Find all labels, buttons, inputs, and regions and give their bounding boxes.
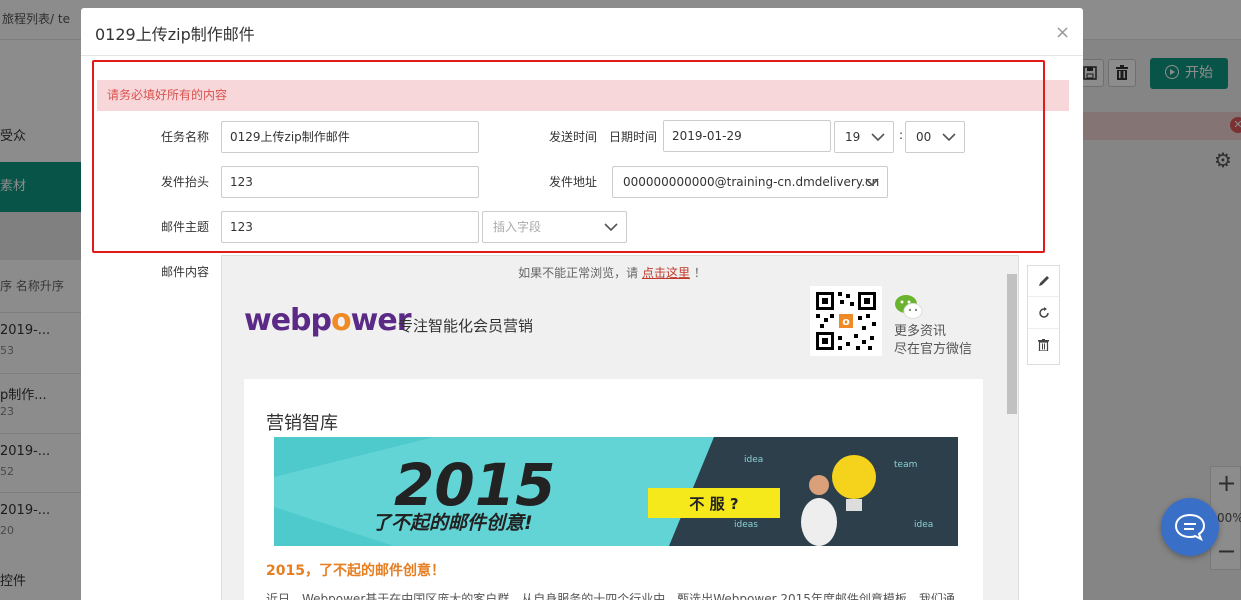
banner-year: 2015	[394, 451, 555, 519]
email-task-modal: 0129上传zip制作邮件 × 请务必填好所有的内容 任务名称 0129上传zi…	[81, 8, 1083, 600]
trash-icon[interactable]	[1028, 330, 1059, 361]
card-title: 营销智库	[266, 413, 338, 434]
svg-text:idea: idea	[914, 520, 933, 530]
chat-icon	[1174, 513, 1206, 542]
email-preview[interactable]: 如果不能正常浏览，请 点击这里 ！ webpower 专注智能化会员营销 o 更…	[221, 255, 1019, 600]
scroll-thumb[interactable]	[1007, 274, 1017, 414]
content-label: 邮件内容	[160, 265, 209, 279]
wechat-icon	[895, 295, 923, 319]
preview-tools	[1027, 265, 1060, 365]
modal-header: 0129上传zip制作邮件 ×	[81, 8, 1083, 56]
card-body: 近日，Webpower基于在中国区庞大的客户群，从自身服务的十四个行业中，甄选出…	[266, 592, 955, 600]
refresh-icon[interactable]	[1028, 298, 1059, 329]
qr-code: o	[810, 286, 882, 356]
webpower-logo: webpower	[244, 303, 411, 338]
slogan: 专注智能化会员营销	[398, 317, 534, 335]
svg-text:team: team	[894, 460, 917, 470]
banner-button: 不 服 ?	[689, 495, 738, 513]
close-icon[interactable]: ×	[1055, 22, 1070, 43]
wechat-info: 更多资讯 尽在官方微信	[894, 324, 973, 357]
highlight-annotation	[92, 60, 1045, 253]
banner-tagline: 了不起的邮件创意!	[372, 512, 533, 534]
content-card: 营销智库 idea team idea ideas 2015 了不起的邮件创意! 不 …	[244, 379, 983, 600]
pencil-icon[interactable]	[1028, 266, 1059, 297]
banner-image: idea team idea ideas 2015 了不起的邮件创意! 不 服 ?	[274, 437, 958, 546]
card-subtitle: 2015，了不起的邮件创意！	[266, 563, 445, 579]
svg-text:o: o	[842, 315, 850, 328]
preview-notice: 如果不能正常浏览，请 点击这里 ！	[518, 266, 706, 280]
modal-title: 0129上传zip制作邮件	[95, 25, 255, 44]
svg-text:ideas: ideas	[734, 520, 758, 530]
click-here-link[interactable]: 点击这里	[642, 266, 690, 280]
chat-button[interactable]	[1161, 498, 1219, 556]
svg-text:idea: idea	[744, 455, 763, 465]
preview-scrollbar[interactable]	[1005, 268, 1018, 600]
